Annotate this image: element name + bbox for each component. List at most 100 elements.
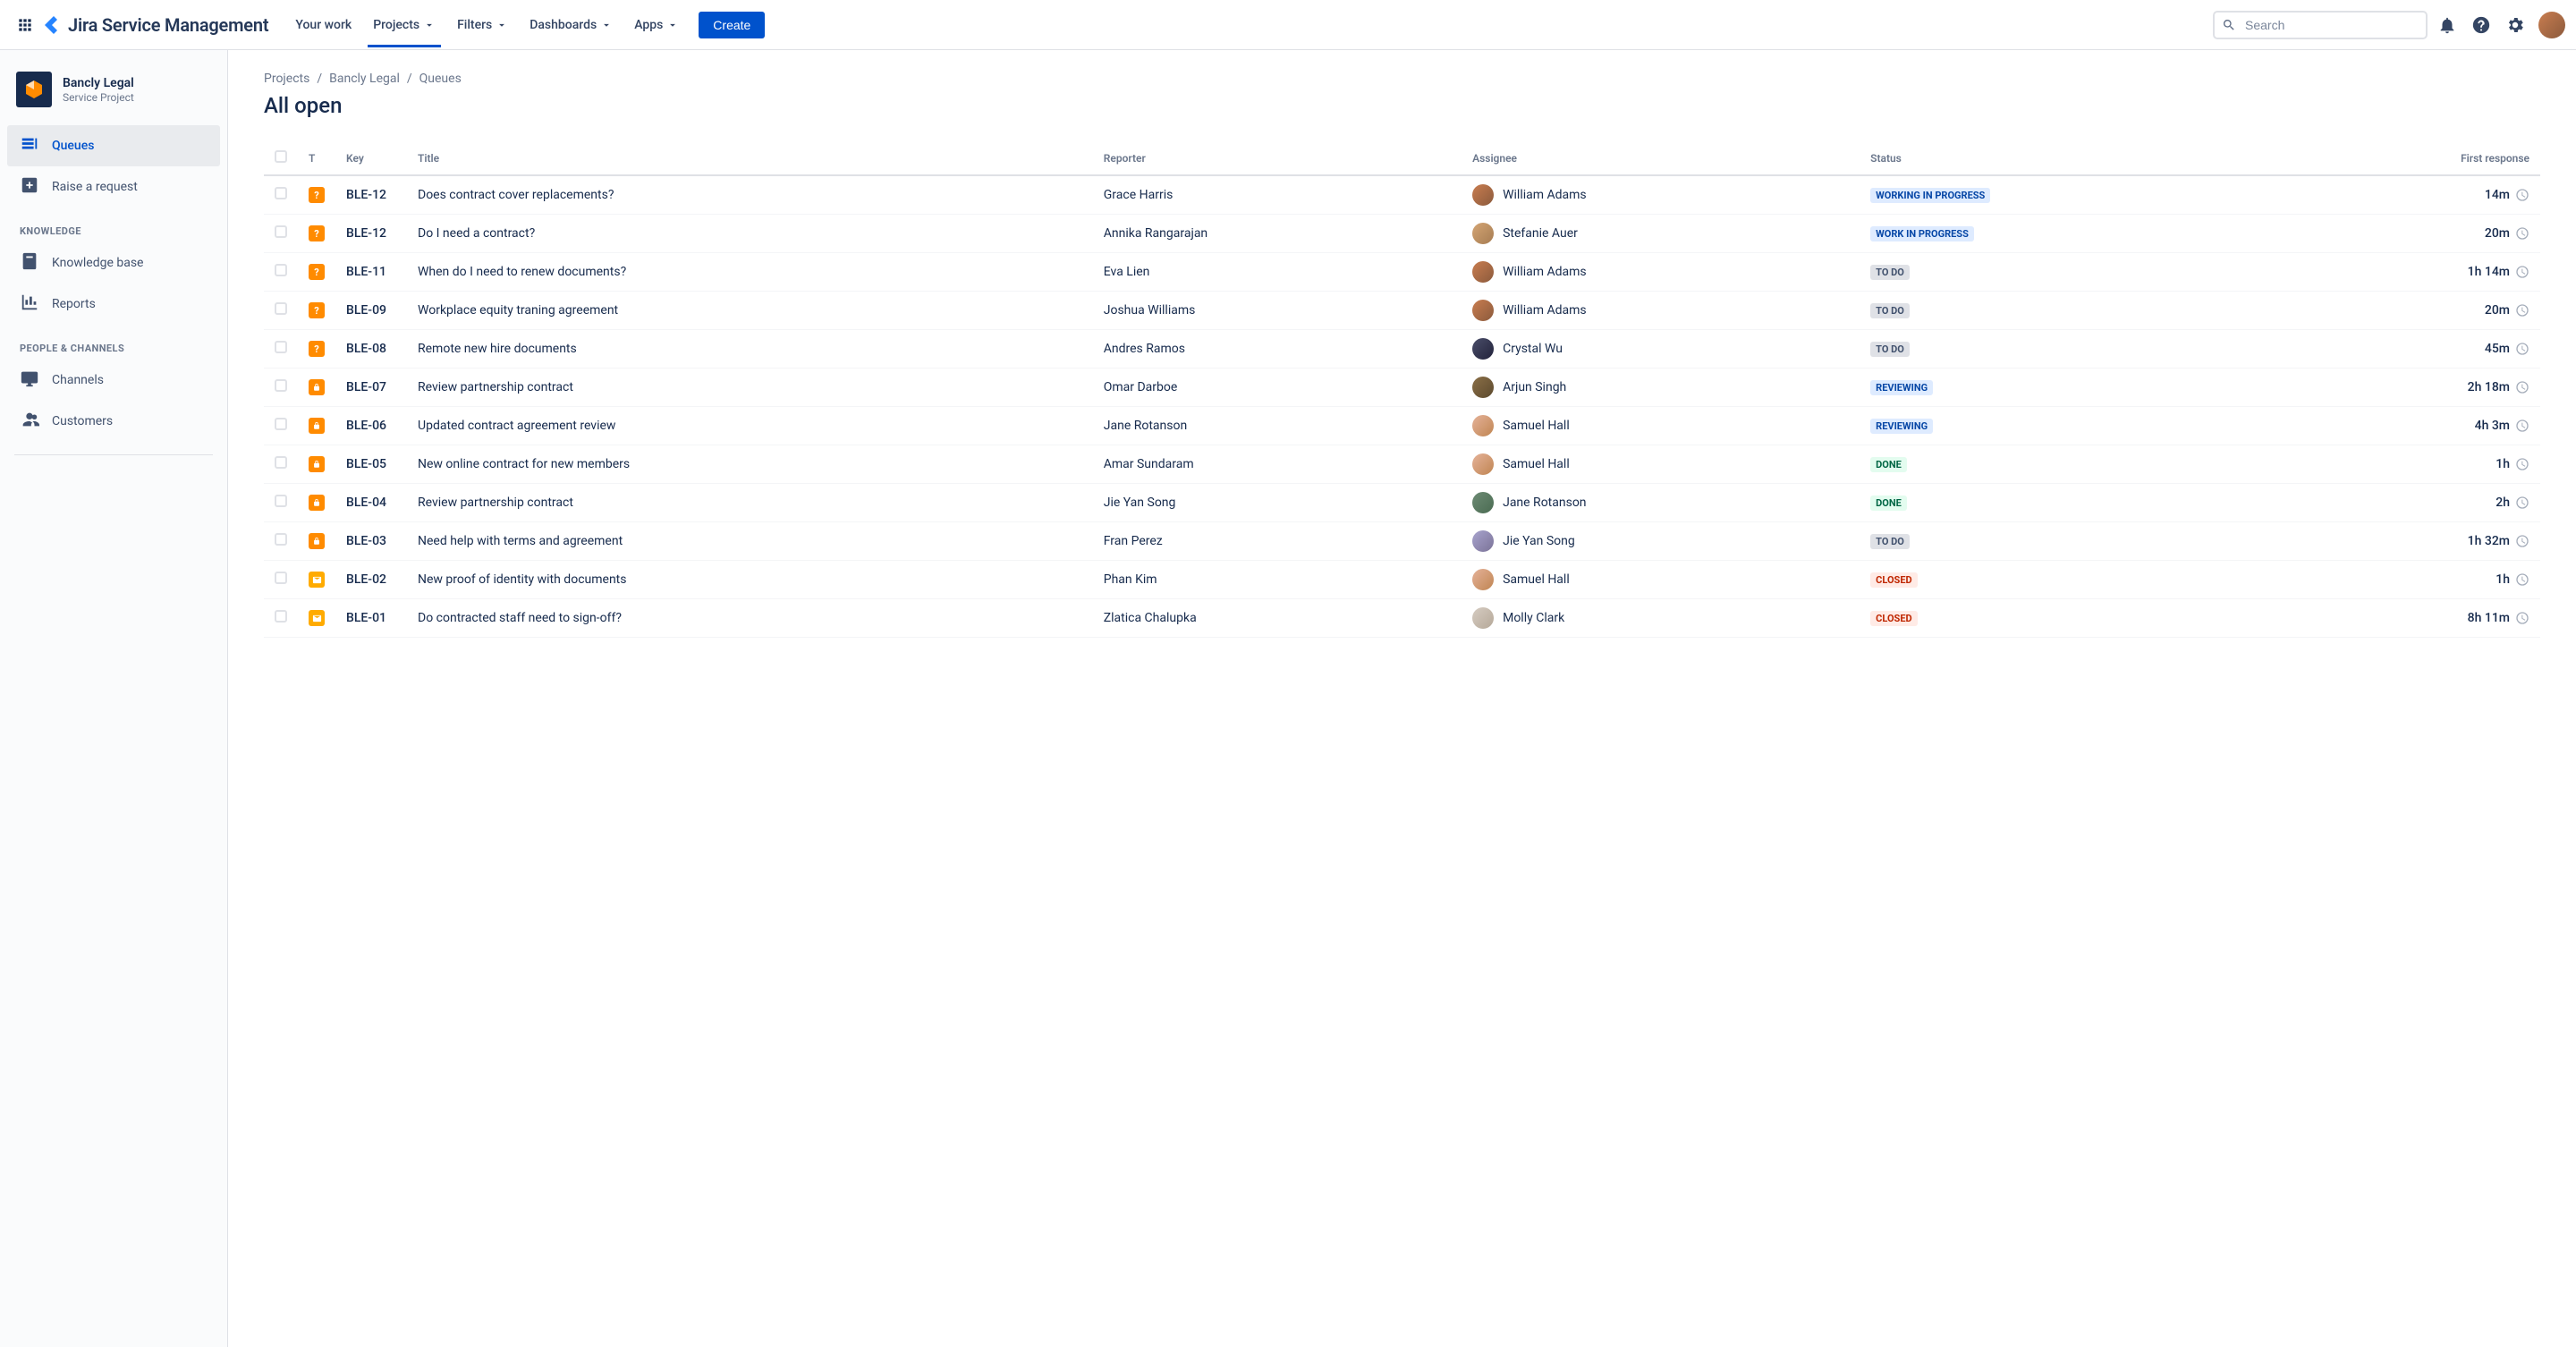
sidebar-item-queues[interactable]: Queues	[7, 125, 220, 166]
row-checkbox[interactable]	[275, 495, 287, 507]
issue-key[interactable]: BLE-02	[335, 561, 407, 599]
issue-key[interactable]: BLE-12	[335, 175, 407, 215]
product-logo[interactable]: Jira Service Management	[43, 14, 268, 36]
help-button[interactable]	[2467, 11, 2496, 39]
status-badge[interactable]: TO DO	[1870, 534, 1910, 549]
table-row[interactable]: BLE-05 New online contract for new membe…	[264, 445, 2540, 484]
issue-title[interactable]: Updated contract agreement review	[407, 407, 1093, 445]
table-row[interactable]: ? BLE-09 Workplace equity traning agreem…	[264, 292, 2540, 330]
row-checkbox[interactable]	[275, 610, 287, 623]
row-checkbox[interactable]	[275, 187, 287, 199]
issue-title[interactable]: New proof of identity with documents	[407, 561, 1093, 599]
table-row[interactable]: BLE-02 New proof of identity with docume…	[264, 561, 2540, 599]
issue-title[interactable]: Workplace equity traning agreement	[407, 292, 1093, 330]
sidebar-item-raise-a-request[interactable]: Raise a request	[7, 166, 220, 208]
row-checkbox[interactable]	[275, 418, 287, 430]
issue-title[interactable]: Remote new hire documents	[407, 330, 1093, 369]
status-badge[interactable]: CLOSED	[1870, 611, 1918, 626]
status-badge[interactable]: CLOSED	[1870, 572, 1918, 588]
column-header[interactable]: Reporter	[1093, 143, 1462, 175]
row-checkbox[interactable]	[275, 379, 287, 392]
project-header[interactable]: Bancly Legal Service Project	[7, 72, 220, 125]
breadcrumb-item[interactable]: Queues	[419, 72, 462, 86]
issue-key[interactable]: BLE-11	[335, 253, 407, 292]
row-checkbox[interactable]	[275, 302, 287, 315]
sidebar-item-channels[interactable]: Channels	[7, 360, 220, 401]
issue-key[interactable]: BLE-06	[335, 407, 407, 445]
issue-title[interactable]: Review partnership contract	[407, 369, 1093, 407]
status-badge[interactable]: TO DO	[1870, 342, 1910, 357]
issue-key[interactable]: BLE-08	[335, 330, 407, 369]
issue-key[interactable]: BLE-09	[335, 292, 407, 330]
assignee[interactable]: William Adams	[1472, 261, 1849, 283]
nav-item-dashboards[interactable]: Dashboards	[521, 11, 622, 39]
issue-key[interactable]: BLE-04	[335, 484, 407, 522]
assignee[interactable]: Crystal Wu	[1472, 338, 1849, 360]
table-row[interactable]: ? BLE-11 When do I need to renew documen…	[264, 253, 2540, 292]
table-row[interactable]: BLE-03 Need help with terms and agreemen…	[264, 522, 2540, 561]
assignee[interactable]: Samuel Hall	[1472, 569, 1849, 590]
table-row[interactable]: BLE-07 Review partnership contract Omar …	[264, 369, 2540, 407]
table-row[interactable]: ? BLE-12 Do I need a contract? Annika Ra…	[264, 215, 2540, 253]
column-header[interactable]: Key	[335, 143, 407, 175]
issue-title[interactable]: New online contract for new members	[407, 445, 1093, 484]
column-header[interactable]: T	[298, 143, 335, 175]
issue-key[interactable]: BLE-03	[335, 522, 407, 561]
user-avatar-button[interactable]	[2538, 12, 2565, 38]
assignee[interactable]: Jane Rotanson	[1472, 492, 1849, 513]
issue-title[interactable]: When do I need to renew documents?	[407, 253, 1093, 292]
issue-title[interactable]: Do contracted staff need to sign-off?	[407, 599, 1093, 638]
issue-title[interactable]: Does contract cover replacements?	[407, 175, 1093, 215]
assignee[interactable]: Jie Yan Song	[1472, 530, 1849, 552]
issue-title[interactable]: Do I need a contract?	[407, 215, 1093, 253]
status-badge[interactable]: DONE	[1870, 457, 1907, 472]
row-checkbox[interactable]	[275, 225, 287, 238]
status-badge[interactable]: REVIEWING	[1870, 380, 1933, 395]
table-row[interactable]: BLE-04 Review partnership contract Jie Y…	[264, 484, 2540, 522]
issue-title[interactable]: Need help with terms and agreement	[407, 522, 1093, 561]
create-button[interactable]: Create	[699, 12, 765, 38]
table-row[interactable]: ? BLE-12 Does contract cover replacement…	[264, 175, 2540, 215]
column-header[interactable]: First response	[2275, 143, 2540, 175]
column-header[interactable]	[264, 143, 298, 175]
settings-button[interactable]	[2501, 11, 2529, 39]
issue-key[interactable]: BLE-05	[335, 445, 407, 484]
notifications-button[interactable]	[2433, 11, 2462, 39]
issue-key[interactable]: BLE-12	[335, 215, 407, 253]
search-input[interactable]	[2213, 11, 2428, 39]
assignee[interactable]: Arjun Singh	[1472, 377, 1849, 398]
column-header[interactable]: Title	[407, 143, 1093, 175]
row-checkbox[interactable]	[275, 341, 287, 353]
table-row[interactable]: BLE-06 Updated contract agreement review…	[264, 407, 2540, 445]
sidebar-item-knowledge-base[interactable]: Knowledge base	[7, 242, 220, 284]
assignee[interactable]: Samuel Hall	[1472, 453, 1849, 475]
column-header[interactable]: Status	[1860, 143, 2275, 175]
sidebar-item-customers[interactable]: Customers	[7, 401, 220, 442]
app-switcher-button[interactable]	[11, 11, 39, 39]
assignee[interactable]: William Adams	[1472, 184, 1849, 206]
issue-title[interactable]: Review partnership contract	[407, 484, 1093, 522]
breadcrumb-item[interactable]: Projects	[264, 72, 309, 86]
row-checkbox[interactable]	[275, 456, 287, 469]
issue-key[interactable]: BLE-07	[335, 369, 407, 407]
nav-item-projects[interactable]: Projects	[364, 11, 445, 39]
row-checkbox[interactable]	[275, 533, 287, 546]
status-badge[interactable]: WORKING IN PROGRESS	[1870, 188, 1990, 203]
status-badge[interactable]: WORK IN PROGRESS	[1870, 226, 1974, 241]
row-checkbox[interactable]	[275, 264, 287, 276]
row-checkbox[interactable]	[275, 572, 287, 584]
status-badge[interactable]: TO DO	[1870, 303, 1910, 318]
assignee[interactable]: Samuel Hall	[1472, 415, 1849, 436]
assignee[interactable]: Molly Clark	[1472, 607, 1849, 629]
assignee[interactable]: William Adams	[1472, 300, 1849, 321]
nav-item-your-work[interactable]: Your work	[286, 11, 360, 39]
status-badge[interactable]: REVIEWING	[1870, 419, 1933, 434]
column-header[interactable]: Assignee	[1462, 143, 1860, 175]
table-row[interactable]: BLE-01 Do contracted staff need to sign-…	[264, 599, 2540, 638]
nav-item-filters[interactable]: Filters	[448, 11, 517, 39]
status-badge[interactable]: DONE	[1870, 496, 1907, 511]
status-badge[interactable]: TO DO	[1870, 265, 1910, 280]
sidebar-item-reports[interactable]: Reports	[7, 284, 220, 325]
nav-item-apps[interactable]: Apps	[625, 11, 688, 39]
issue-key[interactable]: BLE-01	[335, 599, 407, 638]
